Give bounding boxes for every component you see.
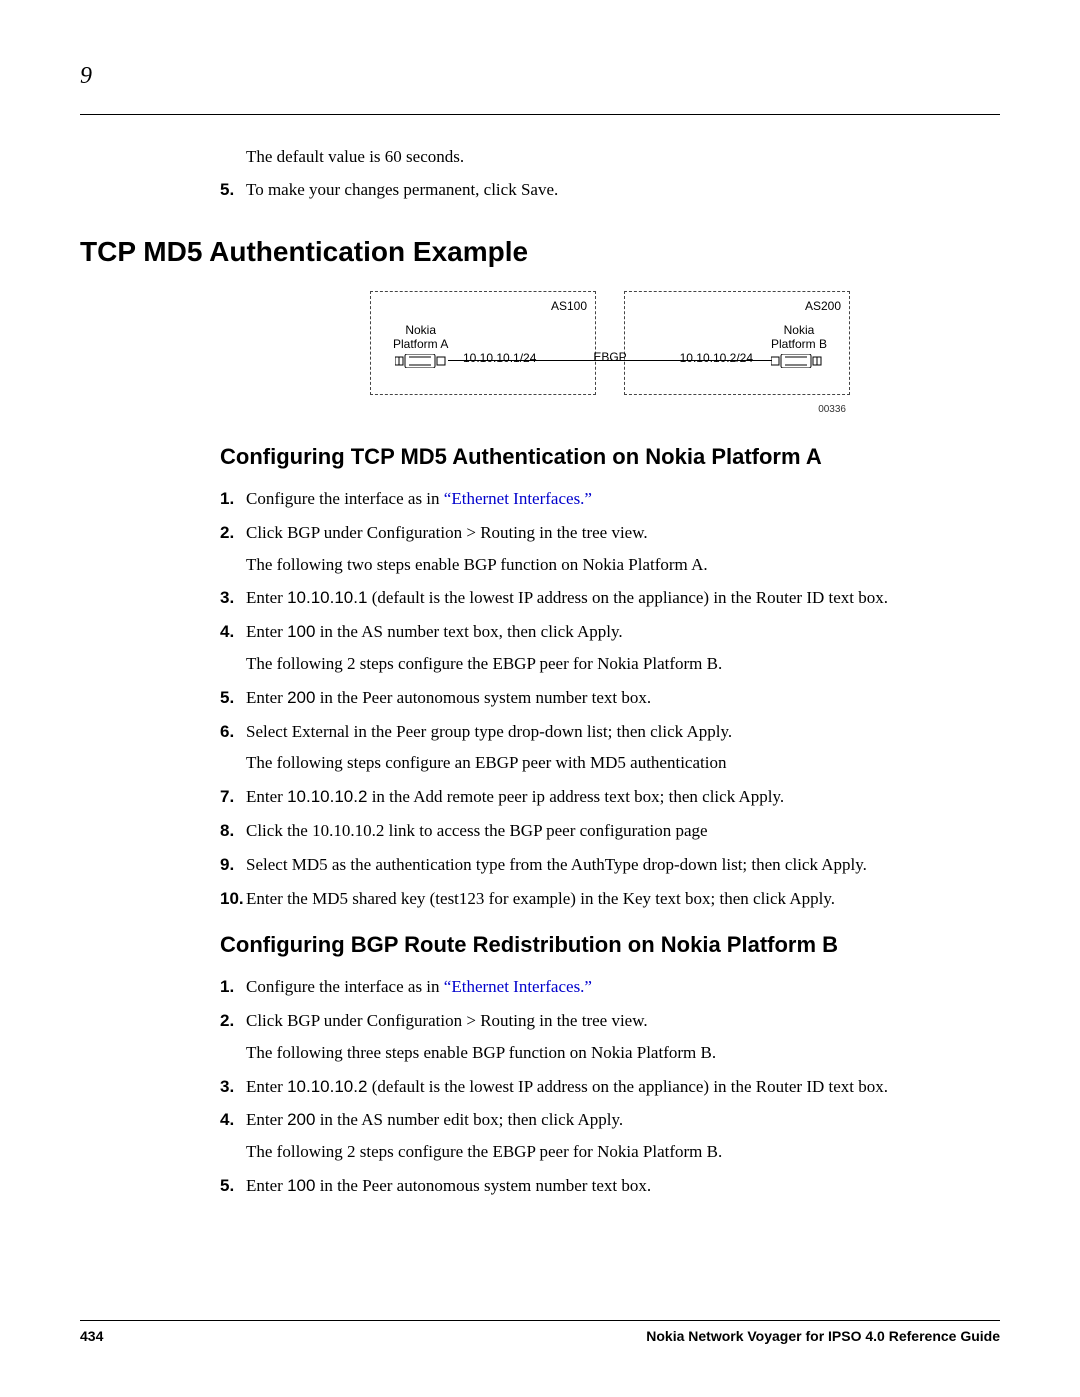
list-number: 6. [220, 720, 246, 776]
platform-b-label: Nokia Platform B [771, 324, 827, 350]
network-diagram: AS100 Nokia Platform A 10.10.10.1/24 AS2… [220, 291, 1000, 418]
list-number: 3. [220, 586, 246, 610]
list-number: 10. [220, 887, 246, 911]
list-item-text: Enter 10.10.10.2 in the Add remote peer … [246, 785, 1000, 809]
page-footer: 434 Nokia Network Voyager for IPSO 4.0 R… [80, 1320, 1000, 1347]
header-rule [80, 114, 1000, 115]
ethernet-interfaces-link[interactable]: “Ethernet Interfaces.” [444, 977, 592, 996]
page-number: 434 [80, 1327, 103, 1347]
chapter-number: 9 [80, 60, 1000, 94]
router-icon [771, 354, 825, 368]
list-item-text: Enter 10.10.10.1 (default is the lowest … [246, 586, 1000, 610]
document-title: Nokia Network Voyager for IPSO 4.0 Refer… [646, 1327, 1000, 1347]
list-number: 8. [220, 819, 246, 843]
ethernet-interfaces-link[interactable]: “Ethernet Interfaces.” [444, 489, 592, 508]
list-item-text: Enter 100 in the Peer autonomous system … [246, 1174, 1000, 1198]
list-item-text: Click BGP under Configuration > Routing … [246, 521, 1000, 577]
list-item-text: Enter 200 in the AS number edit box; the… [246, 1108, 1000, 1164]
subsection-heading: Configuring TCP MD5 Authentication on No… [220, 442, 1000, 473]
platform-a-label: Nokia Platform A [393, 324, 448, 350]
list-number: 1. [220, 975, 246, 999]
list-item-text: Click BGP under Configuration > Routing … [246, 1009, 1000, 1065]
list-item-text: Configure the interface as in “Ethernet … [246, 487, 1000, 511]
list-number: 3. [220, 1075, 246, 1099]
list-item-text: Enter 200 in the Peer autonomous system … [246, 686, 1000, 710]
as200-label: AS200 [805, 298, 841, 315]
list-number: 2. [220, 521, 246, 577]
ip-a-label: 10.10.10.1/24 [463, 350, 536, 367]
list-item-text: Select External in the Peer group type d… [246, 720, 1000, 776]
list-item-text: Select MD5 as the authentication type fr… [246, 853, 1000, 877]
list-number: 9. [220, 853, 246, 877]
list-number: 2. [220, 1009, 246, 1065]
list-number: 5. [220, 178, 246, 202]
list-number: 7. [220, 785, 246, 809]
section-heading: TCP MD5 Authentication Example [80, 232, 1000, 271]
list-item-text: Enter 100 in the AS number text box, the… [246, 620, 1000, 676]
list-number: 4. [220, 1108, 246, 1164]
list-number: 5. [220, 1174, 246, 1198]
list-item-text: Enter 10.10.10.2 (default is the lowest … [246, 1075, 1000, 1099]
as200-box: AS200 Nokia Platform B 10.10.10.2/24 [624, 291, 850, 395]
list-item-text: To make your changes permanent, click Sa… [246, 178, 1000, 202]
as100-label: AS100 [551, 298, 587, 315]
router-icon [395, 354, 449, 368]
list-number: 1. [220, 487, 246, 511]
ebgp-label: EBGP [593, 349, 626, 366]
list-item-text: Enter the MD5 shared key (test123 for ex… [246, 887, 1000, 911]
figure-id: 00336 [818, 403, 846, 417]
list-number: 4. [220, 620, 246, 676]
list-item-text: Click the 10.10.10.2 link to access the … [246, 819, 1000, 843]
ip-b-label: 10.10.10.2/24 [680, 350, 753, 367]
list-number: 5. [220, 686, 246, 710]
list-item-text: Configure the interface as in “Ethernet … [246, 975, 1000, 999]
intro-paragraph: The default value is 60 seconds. [246, 145, 1000, 169]
subsection-heading: Configuring BGP Route Redistribution on … [220, 930, 1000, 961]
as100-box: AS100 Nokia Platform A 10.10.10.1/24 [370, 291, 596, 395]
